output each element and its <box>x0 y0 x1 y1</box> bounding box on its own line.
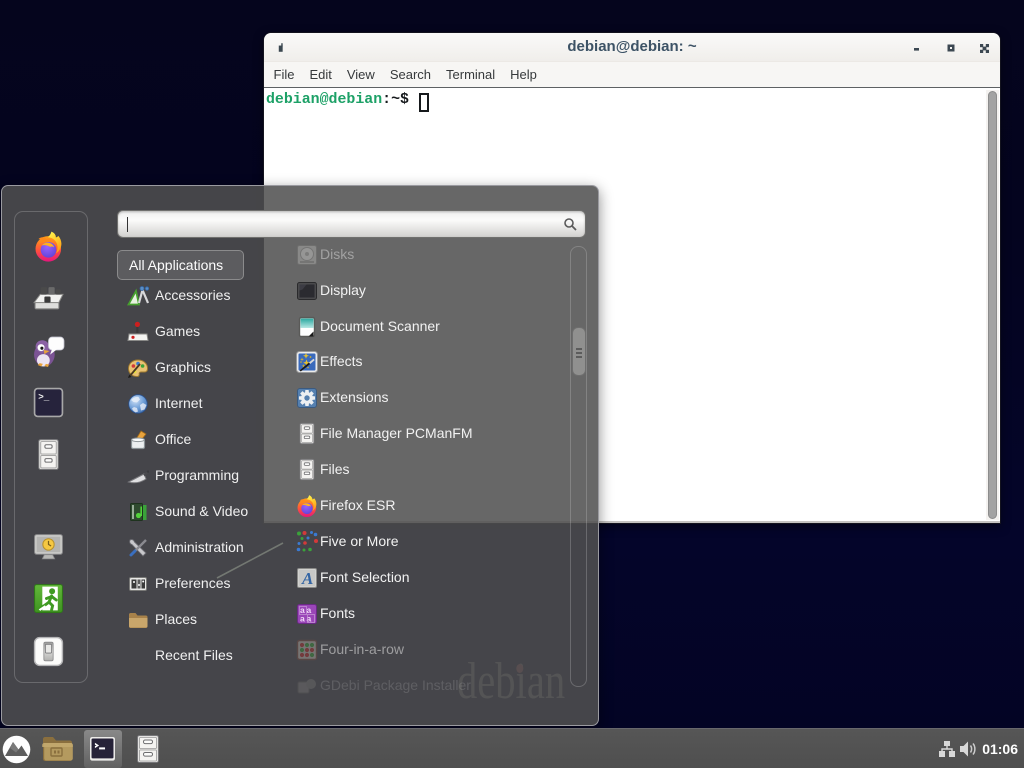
svg-text:a: a <box>300 614 305 624</box>
svg-text:A: A <box>301 569 313 588</box>
svg-text:>_: >_ <box>38 391 50 402</box>
